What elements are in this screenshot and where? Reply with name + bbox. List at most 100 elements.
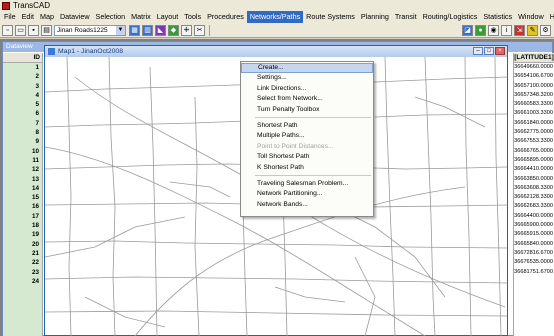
menu-procedures[interactable]: Procedures bbox=[204, 11, 247, 23]
id-cell[interactable]: 23 bbox=[3, 268, 42, 277]
menu-item-toll-shortest-path[interactable]: Toll Shortest Path bbox=[241, 152, 373, 162]
menu-statistics[interactable]: Statistics bbox=[480, 11, 515, 23]
new-file-icon[interactable]: ▫ bbox=[2, 24, 13, 36]
edit-icon[interactable]: ✎ bbox=[527, 24, 538, 36]
latitude-cell[interactable]: 36664400.0000 bbox=[514, 212, 554, 221]
menu-item-shortest-path[interactable]: Shortest Path bbox=[241, 121, 373, 131]
latitude-cell[interactable]: 36665915.0000 bbox=[514, 230, 554, 239]
close-icon[interactable]: × bbox=[495, 47, 505, 55]
map-layers-icon[interactable]: ◆ bbox=[168, 24, 179, 36]
menu-item-settings[interactable]: Settings... bbox=[241, 73, 373, 83]
globe-icon[interactable]: ● bbox=[475, 24, 486, 36]
menu-item-multiple-paths[interactable]: Multiple Paths... bbox=[241, 131, 373, 141]
id-cell[interactable]: 14 bbox=[3, 184, 42, 193]
minimize-icon[interactable]: – bbox=[473, 47, 483, 55]
id-cell[interactable]: 11 bbox=[3, 156, 42, 165]
menu-edit[interactable]: Edit bbox=[19, 11, 37, 23]
id-column-header[interactable]: ID bbox=[3, 53, 42, 63]
menu-map[interactable]: Map bbox=[37, 11, 57, 23]
id-cell[interactable]: 1 bbox=[3, 63, 42, 72]
latitude-cell[interactable]: 36663608.3300 bbox=[514, 184, 554, 193]
latitude-cell[interactable]: 36661840.0000 bbox=[514, 119, 554, 128]
id-cell[interactable]: 15 bbox=[3, 193, 42, 202]
menu-matrix[interactable]: Matrix bbox=[128, 11, 154, 23]
id-cell[interactable]: 17 bbox=[3, 212, 42, 221]
settings-icon[interactable]: ⚙ bbox=[540, 24, 551, 36]
menu-item-network-partitioning[interactable]: Network Partitioning... bbox=[241, 189, 373, 199]
menu-item-k-shortest-path[interactable]: K Shortest Path bbox=[241, 163, 373, 173]
id-cell[interactable]: 12 bbox=[3, 165, 42, 174]
menu-route-systems[interactable]: Route Systems bbox=[303, 11, 358, 23]
menu-layout[interactable]: Layout bbox=[154, 11, 182, 23]
latitude-cell[interactable]: 36665900.0000 bbox=[514, 221, 554, 230]
chart-icon[interactable]: ▥ bbox=[142, 24, 153, 36]
latitude-cell[interactable]: 36681751.6700 bbox=[514, 268, 554, 277]
maximize-icon[interactable]: □ bbox=[484, 47, 494, 55]
table-icon[interactable]: ▦ bbox=[129, 24, 140, 36]
latitude-cell[interactable]: 36665840.0000 bbox=[514, 240, 554, 249]
latitude-cell[interactable]: 36667553.3300 bbox=[514, 137, 554, 146]
id-cell[interactable]: 10 bbox=[3, 147, 42, 156]
latitude-cell[interactable]: 36662775.0000 bbox=[514, 128, 554, 137]
latitude-cell[interactable]: 36649660.0000 bbox=[514, 63, 554, 72]
route-icon[interactable]: ⇲ bbox=[514, 24, 525, 36]
menu-dataview[interactable]: Dataview bbox=[57, 11, 93, 23]
id-cell[interactable]: 3 bbox=[3, 82, 42, 91]
id-cell[interactable]: 21 bbox=[3, 249, 42, 258]
id-cell[interactable]: 6 bbox=[3, 109, 42, 118]
id-cell[interactable]: 7 bbox=[3, 119, 42, 128]
menu-tools[interactable]: Tools bbox=[181, 11, 204, 23]
menu-file[interactable]: File bbox=[1, 11, 19, 23]
latitude-cell[interactable]: 36666765.0000 bbox=[514, 147, 554, 156]
id-cell[interactable]: 20 bbox=[3, 240, 42, 249]
latitude-cell[interactable]: 36657348.3200 bbox=[514, 91, 554, 100]
id-cell[interactable]: 19 bbox=[3, 230, 42, 239]
chevron-down-icon[interactable]: ▼ bbox=[116, 25, 125, 35]
id-cell[interactable]: 18 bbox=[3, 221, 42, 230]
map-title-bar[interactable]: Map1 - JinanOct2008 – □ × bbox=[45, 46, 507, 57]
id-cell[interactable]: 8 bbox=[3, 128, 42, 137]
menu-window[interactable]: Window bbox=[515, 11, 547, 23]
menu-item-traveling-salesman-problem[interactable]: Traveling Salesman Problem... bbox=[241, 179, 373, 189]
open-folder-icon[interactable]: ▭ bbox=[15, 24, 26, 36]
latitude-cell[interactable]: 36665895.0000 bbox=[514, 156, 554, 165]
latitude-column-header[interactable]: [LATITUDE1] bbox=[514, 53, 554, 63]
menu-transit[interactable]: Transit bbox=[392, 11, 420, 23]
layer-select[interactable]: Jinan Roads1225 ▼ bbox=[54, 24, 126, 36]
id-cell[interactable]: 4 bbox=[3, 91, 42, 100]
id-cell[interactable]: 24 bbox=[3, 277, 42, 286]
network-icon[interactable]: ⁜ bbox=[181, 24, 192, 36]
id-cell[interactable]: 16 bbox=[3, 202, 42, 211]
id-cell[interactable]: 13 bbox=[3, 175, 42, 184]
info-icon[interactable]: i bbox=[501, 24, 512, 36]
query-icon[interactable]: ◉ bbox=[488, 24, 499, 36]
menu-networks-paths[interactable]: Networks/Paths bbox=[246, 11, 304, 23]
menu-item-turn-penalty-toolbox[interactable]: Turn Penalty Toolbox bbox=[241, 105, 373, 115]
latitude-cell[interactable]: 36676535.0000 bbox=[514, 258, 554, 267]
latitude-cell[interactable]: 36664410.0000 bbox=[514, 165, 554, 174]
tool-icon[interactable]: ✂ bbox=[194, 24, 205, 36]
id-cell[interactable]: 2 bbox=[3, 72, 42, 81]
save-icon[interactable]: ▪ bbox=[28, 24, 39, 36]
latitude-cell[interactable]: 36663850.0000 bbox=[514, 175, 554, 184]
latitude-cell[interactable]: 36672816.6700 bbox=[514, 249, 554, 258]
id-cell[interactable]: 22 bbox=[3, 258, 42, 267]
menu-item-network-bands[interactable]: Network Bands... bbox=[241, 200, 373, 210]
menu-selection[interactable]: Selection bbox=[93, 11, 129, 23]
menu-item-select-from-network[interactable]: Select from Network... bbox=[241, 94, 373, 104]
menu-routing-logistics[interactable]: Routing/Logistics bbox=[420, 11, 481, 23]
select-tool-icon[interactable]: ◪ bbox=[462, 24, 473, 36]
latitude-cell[interactable]: 36654106.6700 bbox=[514, 72, 554, 81]
menu-item-create[interactable]: Create... bbox=[241, 63, 373, 74]
id-cell[interactable]: 9 bbox=[3, 137, 42, 146]
latitude-cell[interactable]: 36662128.3300 bbox=[514, 193, 554, 202]
print-icon[interactable]: ▤ bbox=[41, 24, 52, 36]
menu-item-link-directions[interactable]: Link Directions... bbox=[241, 84, 373, 94]
theme-icon[interactable]: ◣ bbox=[155, 24, 166, 36]
latitude-cell[interactable]: 36661003.3300 bbox=[514, 109, 554, 118]
menu-planning[interactable]: Planning bbox=[358, 11, 392, 23]
id-cell[interactable]: 5 bbox=[3, 100, 42, 109]
latitude-cell[interactable]: 36662683.3300 bbox=[514, 202, 554, 211]
menu-help[interactable]: Help bbox=[547, 11, 554, 23]
latitude-cell[interactable]: 36657100.0000 bbox=[514, 82, 554, 91]
